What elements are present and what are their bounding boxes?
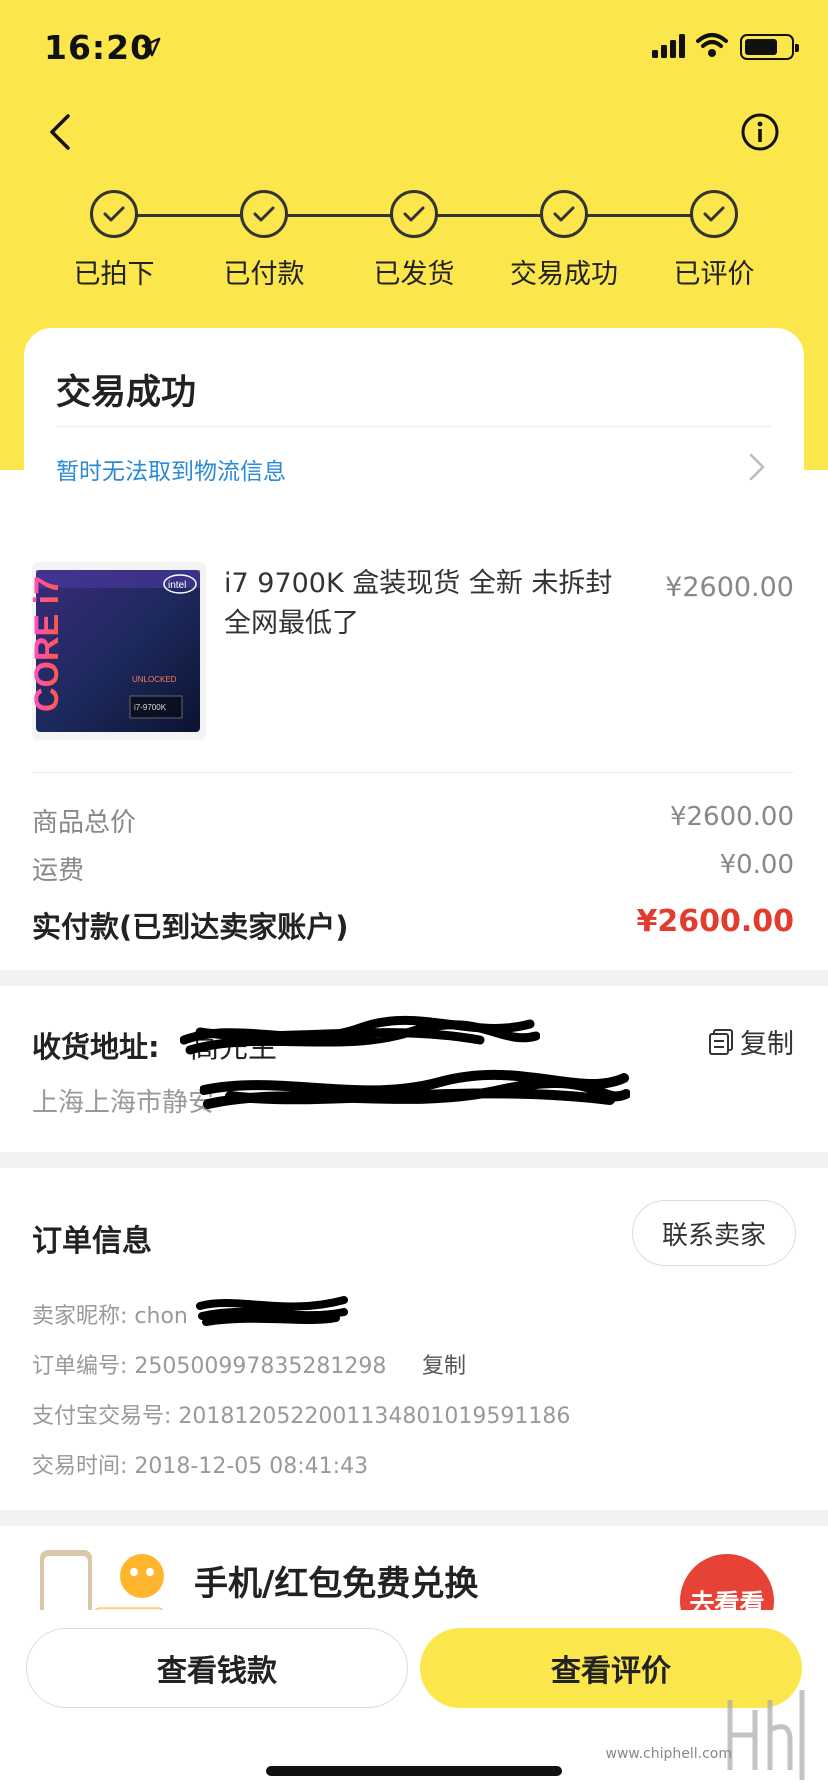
order-number-label: 订单编号: bbox=[32, 1354, 128, 1379]
shipping-value: ¥0.00 bbox=[719, 850, 794, 880]
seller-row: 卖家昵称: chon bbox=[32, 1298, 188, 1330]
battery-icon bbox=[740, 34, 799, 60]
seller-label: 卖家昵称: bbox=[32, 1304, 128, 1329]
chiphell-watermark-logo bbox=[727, 1690, 805, 1780]
clock: 16:20 bbox=[44, 28, 155, 67]
redaction-scribble bbox=[180, 1015, 540, 1055]
step-label: 已付款 bbox=[223, 259, 305, 290]
info-icon[interactable] bbox=[740, 112, 780, 152]
step-reviewed: 已评价 bbox=[644, 190, 784, 291]
step-shipped: 已发货 bbox=[344, 190, 484, 291]
check-circle-icon bbox=[690, 190, 738, 238]
status-card: 交易成功 暂时无法取到物流信息 bbox=[24, 328, 804, 514]
status-bar: 16:20 bbox=[0, 0, 828, 100]
step-ordered: 已拍下 bbox=[44, 190, 184, 291]
order-number-value: 2505009978352812​98 bbox=[134, 1354, 387, 1379]
trade-time-value: 2018-12-05 08:41:43 bbox=[134, 1454, 369, 1479]
redaction-scribble bbox=[200, 1069, 630, 1109]
divider bbox=[32, 772, 794, 773]
product-image[interactable]: intel CORE i7 UNLOCKED i7-9700K bbox=[32, 562, 206, 740]
subtotal-value: ¥2600.00 bbox=[669, 802, 794, 832]
logistics-link[interactable]: 暂时无法取到物流信息 bbox=[56, 452, 286, 486]
copy-address-button[interactable]: 复制 bbox=[708, 1022, 794, 1061]
check-circle-icon bbox=[240, 190, 288, 238]
copy-icon bbox=[709, 1028, 733, 1055]
trade-time-row: 交易时间: 2018-12-05 08:41:43 bbox=[32, 1448, 368, 1480]
check-circle-icon bbox=[540, 190, 588, 238]
divider bbox=[56, 426, 772, 427]
promo-title: 手机/红包免费兑换 bbox=[194, 1564, 479, 1604]
paid-value: ¥2600.00 bbox=[636, 904, 794, 939]
view-money-button[interactable]: 查看钱款 bbox=[26, 1628, 408, 1708]
order-number-row: 订单编号: 2505009978352812​98 bbox=[32, 1348, 386, 1380]
alipay-value: 2018120522001134801019591186 bbox=[178, 1404, 571, 1429]
cellular-signal-icon bbox=[652, 34, 685, 58]
seller-value: chon bbox=[134, 1304, 188, 1329]
check-circle-icon bbox=[390, 190, 438, 238]
order-progress: 已拍下 已付款 已发货 交易成功 已评价 bbox=[0, 190, 828, 300]
box-sub-text: UNLOCKED bbox=[132, 675, 177, 684]
redaction-scribble bbox=[196, 1296, 348, 1326]
address-label: 收货地址: bbox=[32, 1030, 160, 1064]
subtotal-label: 商品总价 bbox=[32, 808, 137, 838]
step-label: 已评价 bbox=[673, 259, 755, 290]
address-line: 上海上海市静安 bbox=[32, 1088, 215, 1118]
shipping-label: 运费 bbox=[32, 856, 85, 886]
chevron-right-icon[interactable] bbox=[748, 452, 766, 482]
trade-time-label: 交易时间: bbox=[32, 1454, 128, 1479]
product-price: ¥2600.00 bbox=[665, 572, 794, 603]
copy-order-number-button[interactable]: 复制 bbox=[422, 1348, 466, 1380]
back-chevron-icon[interactable] bbox=[44, 112, 74, 152]
box-brand-text: CORE i7 bbox=[32, 576, 66, 712]
home-indicator bbox=[266, 1766, 562, 1776]
alipay-row: 支付宝交易号: 2018120522001134801019591186 bbox=[32, 1398, 570, 1430]
step-paid: 已付款 bbox=[194, 190, 334, 291]
order-status-title: 交易成功 bbox=[56, 373, 197, 413]
product-title[interactable]: i7 9700K 盒装现货 全新 未拆封 全网最低了 bbox=[224, 564, 644, 644]
wifi-icon bbox=[696, 33, 728, 57]
location-arrow-icon bbox=[141, 37, 161, 57]
copy-label: 复制 bbox=[740, 1029, 794, 1060]
step-label: 交易成功 bbox=[510, 259, 618, 290]
box-model-text: i7-9700K bbox=[134, 703, 167, 712]
contact-seller-button[interactable]: 联系卖家 bbox=[632, 1200, 796, 1266]
watermark-text: www.chiphell.com bbox=[605, 1746, 732, 1762]
step-label: 已拍下 bbox=[73, 259, 155, 290]
step-completed: 交易成功 bbox=[494, 190, 634, 291]
svg-text:intel: intel bbox=[168, 580, 186, 591]
step-label: 已发货 bbox=[373, 259, 455, 290]
paid-label: 实付款(已到达卖家账户) bbox=[32, 910, 349, 944]
check-circle-icon bbox=[90, 190, 138, 238]
order-info-title: 订单信息 bbox=[32, 1224, 152, 1259]
alipay-label: 支付宝交易号: bbox=[32, 1404, 172, 1429]
